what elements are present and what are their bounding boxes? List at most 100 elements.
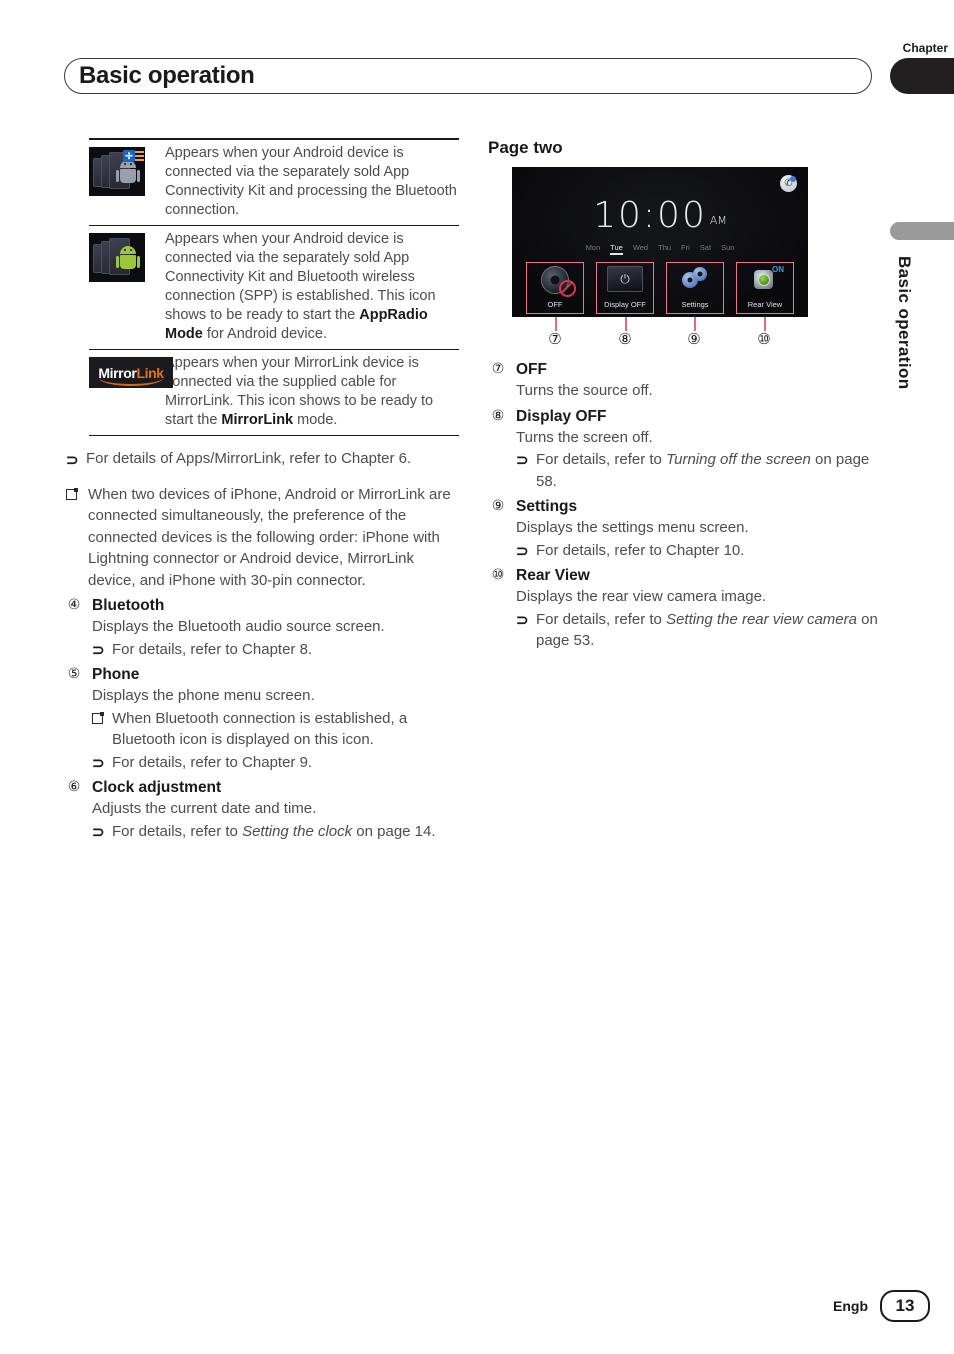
item-body: Turns the source off. xyxy=(516,382,653,399)
item-title: OFF xyxy=(516,361,547,378)
day-tue: Tue xyxy=(610,243,623,255)
icon-description: Appears when your Android device is conn… xyxy=(165,145,457,218)
rear-view-on-badge: ON xyxy=(772,265,784,274)
item-body: Displays the Bluetooth audio source scre… xyxy=(92,618,385,635)
device-screen-illustration: ✆ 10:00 AM Mon Tue Wed Thu Fri Sat Sun OF… xyxy=(512,167,808,317)
right-column: Page two ✆ 10:00 AM Mon Tue Wed Thu Fri S… xyxy=(488,138,878,652)
item-reference: ⊃ For details, refer to Setting the rear … xyxy=(516,609,878,652)
button-label: Settings xyxy=(681,300,709,309)
clock-time: 10:00 xyxy=(593,195,707,236)
button-label: Rear View xyxy=(747,300,783,309)
android-bluetooth-processing-icon: ✢ xyxy=(89,147,145,196)
display-off-icon: ⏻ xyxy=(607,266,643,292)
item-body: Displays the rear view camera image. xyxy=(516,588,767,605)
callout-number-8: ⑧ xyxy=(618,330,632,348)
rear-view-button[interactable]: ON Rear View xyxy=(736,262,794,314)
icon-description-table: ✢ Appears when your Android device is co… xyxy=(89,138,459,436)
reference-italic: Setting the rear view camera xyxy=(666,610,857,628)
reference-italic: Setting the clock xyxy=(242,822,353,840)
item-number: ⑨ xyxy=(491,498,505,514)
item-title: Clock adjustment xyxy=(92,779,222,796)
chapter-label: Chapter xyxy=(902,41,948,55)
page-number: 13 xyxy=(880,1290,930,1322)
list-item: ④ Bluetooth Displays the Bluetooth audio… xyxy=(64,595,464,660)
list-item: ⑧ Display OFF Turns the screen off. ⊃ For… xyxy=(488,406,878,493)
language-code: Engb xyxy=(833,1298,868,1314)
callout-number-10: ⑩ xyxy=(757,330,771,348)
day-fri: Fri xyxy=(681,243,690,252)
device-preference-note: When two devices of iPhone, Android or M… xyxy=(64,484,464,592)
item-number: ⑩ xyxy=(491,567,505,583)
item-number: ④ xyxy=(67,597,81,613)
reference-text: For details, refer to Chapter 8. xyxy=(112,640,313,658)
list-item: ⑦ OFF Turns the source off. xyxy=(488,359,878,402)
item-reference: ⊃ For details, refer to Chapter 9. xyxy=(92,752,464,774)
source-off-button[interactable]: OFF xyxy=(526,262,584,314)
item-reference: ⊃ For details, refer to Chapter 8. xyxy=(92,639,464,661)
reference-arrow-icon: ⊃ xyxy=(92,641,105,659)
item-title: Bluetooth xyxy=(92,597,165,614)
left-column: ✢ Appears when your Android device is co… xyxy=(64,138,464,842)
icon-cell xyxy=(89,230,161,282)
mirrorlink-logo-primary: Mirror xyxy=(98,364,137,381)
item-reference: ⊃ For details, refer to Chapter 10. xyxy=(516,540,878,562)
side-chapter-tab xyxy=(890,222,954,240)
section-title: Page two xyxy=(488,138,563,157)
page-header-bar: Basic operation xyxy=(64,58,872,94)
item-body: Displays the phone menu screen. xyxy=(92,687,315,704)
page-footer: Engb 13 xyxy=(833,1290,930,1322)
item-body: Displays the settings menu screen. xyxy=(516,519,749,536)
item-title: Phone xyxy=(92,666,140,683)
reference-arrow-icon: ⊃ xyxy=(516,452,529,469)
day-sun: Sun xyxy=(721,243,735,252)
android-robot-icon xyxy=(116,160,140,188)
signal-lines-icon xyxy=(135,151,144,161)
callout-number-7: ⑦ xyxy=(548,330,562,348)
reference-arrow-icon: ⊃ xyxy=(516,542,529,560)
bluetooth-phone-status-icon: ✆ xyxy=(780,175,797,192)
reference-text-post: on page 14. xyxy=(352,822,436,840)
day-mon: Mon xyxy=(585,243,601,252)
item-note: When Bluetooth connection is established… xyxy=(92,708,464,751)
item-number: ⑤ xyxy=(67,666,81,682)
day-thu: Thu xyxy=(658,243,672,252)
item-reference: ⊃ For details, refer to Setting the clock… xyxy=(92,821,464,843)
reference-arrow-icon: ⊃ xyxy=(92,754,105,772)
icon-description: Appears when your MirrorLink device is c… xyxy=(161,354,459,430)
table-row: Appears when your Android device is conn… xyxy=(89,226,459,350)
android-robot-icon xyxy=(116,246,140,274)
reference-italic: Turning off the screen xyxy=(666,451,811,468)
item-number: ⑥ xyxy=(67,779,81,795)
note-square-icon xyxy=(66,487,78,500)
item-body: Adjusts the current date and time. xyxy=(92,800,317,817)
item-title: Settings xyxy=(516,498,578,515)
note-square-icon xyxy=(92,711,104,724)
manual-page: Chapter Basic operation Basic operation … xyxy=(0,0,954,1354)
reference-text-pre: For details, refer to xyxy=(536,451,667,468)
reference-text-pre: For details, refer to xyxy=(112,822,243,840)
reference-arrow-icon: ⊃ xyxy=(516,611,529,629)
rear-view-camera-icon: ON xyxy=(750,265,784,292)
icon-description-tail-post: for Android device. xyxy=(202,326,327,342)
list-item: ⑤ Phone Displays the phone menu screen. … xyxy=(64,664,464,773)
reference-arrow-icon: ⊃ xyxy=(66,452,79,469)
item-body: Turns the screen off. xyxy=(516,428,653,446)
page-title: Basic operation xyxy=(79,62,255,89)
settings-button[interactable]: Settings xyxy=(666,262,724,314)
device-clock: 10:00 AM xyxy=(512,195,808,236)
mirrorlink-logo-icon: MirrorLink xyxy=(89,357,173,388)
item-number: ⑧ xyxy=(491,407,505,424)
side-chapter-label: Basic operation xyxy=(895,256,914,390)
callout-number-9: ⑨ xyxy=(687,330,701,348)
list-item: ⑨ Settings Displays the settings menu sc… xyxy=(488,496,878,561)
apps-mirrorlink-reference: ⊃ For details of Apps/MirrorLink, refer … xyxy=(64,448,464,470)
display-off-button[interactable]: ⏻ Display OFF xyxy=(596,262,654,314)
mirrorlink-logo-accent: Link xyxy=(136,364,164,381)
device-button-row: OFF ⏻ Display OFF Settings ON Rear View xyxy=(526,262,794,314)
callout-row: ⑦ ⑧ ⑨ ⑩ xyxy=(512,317,808,355)
note-text: When Bluetooth connection is established… xyxy=(112,709,408,749)
list-item: ⑩ Rear View Displays the rear view camer… xyxy=(488,565,878,652)
button-label: Display OFF xyxy=(604,300,646,309)
note-text: When two devices of iPhone, Android or M… xyxy=(88,485,451,589)
day-wed: Wed xyxy=(632,243,649,252)
